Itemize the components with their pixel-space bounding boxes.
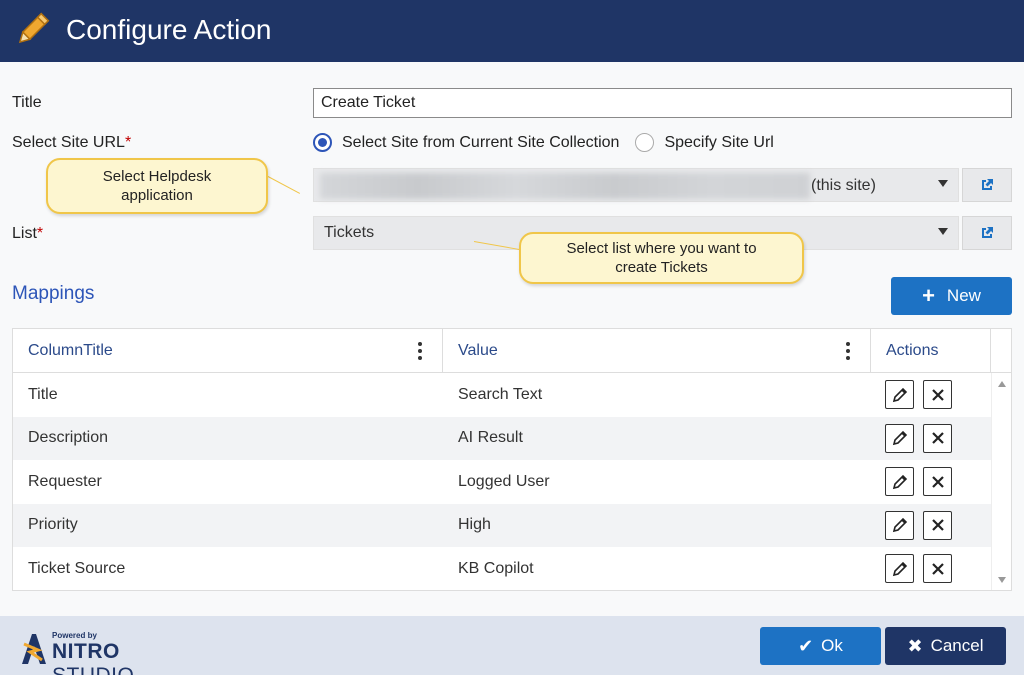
table-row: Description AI Result (13, 416, 991, 460)
cell-value: Logged User (458, 472, 550, 490)
cancel-button[interactable]: ✖ Cancel (885, 627, 1006, 665)
mappings-title: Mappings (12, 283, 95, 304)
pencil-icon (892, 561, 907, 576)
open-site-button[interactable] (962, 168, 1012, 202)
nitro-studio-logo: Powered by NITRO STUDIO (18, 628, 208, 675)
site-url-label: Select Site URL* (12, 134, 132, 151)
cell-column-title: Title (28, 385, 58, 403)
edit-row-button[interactable] (885, 423, 914, 453)
radio-specify-site-url[interactable]: Specify Site Url (635, 133, 774, 152)
delete-row-button[interactable] (923, 423, 952, 453)
external-link-icon (982, 179, 993, 190)
pencil-icon (892, 474, 907, 489)
cell-value: High (458, 516, 491, 534)
new-mapping-button[interactable]: + New (891, 277, 1012, 315)
blurred-site-url (320, 173, 810, 199)
nitro-logo-icon (22, 634, 46, 664)
radio-unchecked-icon (635, 133, 655, 152)
list-select-value: Tickets (324, 224, 375, 241)
callout-pointer-site (267, 176, 301, 194)
ok-button[interactable]: ✔ Ok (760, 627, 881, 665)
cell-value: Search Text (458, 385, 543, 403)
table-row: Ticket Source KB Copilot (13, 547, 991, 590)
grid-scrollbar[interactable] (991, 373, 1011, 590)
caret-down-icon (938, 180, 948, 187)
grid-header: ColumnTitle Value Actions (13, 329, 1011, 373)
table-row: Requester Logged User (13, 460, 991, 504)
scroll-up-arrow-icon[interactable] (998, 381, 1006, 387)
cell-column-title: Ticket Source (28, 559, 126, 577)
external-link-icon (982, 227, 993, 238)
kebab-menu-icon[interactable] (846, 342, 850, 360)
open-list-button[interactable] (962, 216, 1012, 250)
dialog-header: Configure Action (0, 0, 1024, 62)
callout-list: Select list where you want to create Tic… (519, 232, 804, 284)
delete-row-button[interactable] (923, 467, 952, 496)
radio-checked-icon (313, 133, 332, 152)
caret-down-icon (938, 228, 948, 235)
edit-row-button[interactable] (885, 467, 914, 496)
delete-row-button[interactable] (923, 510, 952, 540)
scroll-down-arrow-icon[interactable] (998, 577, 1006, 583)
close-icon (931, 475, 944, 488)
callout-site: Select Helpdesk application (46, 158, 268, 214)
title-input[interactable] (313, 88, 1012, 118)
plus-icon: + (922, 283, 935, 308)
dialog-title: Configure Action (66, 14, 272, 45)
site-source-radio-group: Select Site from Current Site Collection… (313, 133, 790, 152)
site-select[interactable]: (this site) (313, 168, 959, 202)
column-header-columntitle[interactable]: ColumnTitle (13, 329, 443, 373)
cell-column-title: Description (28, 429, 109, 447)
cell-column-title: Priority (28, 516, 78, 534)
close-icon (931, 388, 944, 401)
cell-value: KB Copilot (458, 559, 534, 577)
close-icon (931, 562, 944, 575)
delete-row-button[interactable] (923, 554, 952, 583)
column-header-value[interactable]: Value (443, 329, 871, 373)
close-icon (931, 432, 944, 444)
cell-column-title: Requester (28, 472, 102, 490)
close-icon (931, 519, 944, 531)
edit-row-button[interactable] (885, 510, 914, 540)
table-row: Title Search Text (13, 373, 991, 417)
mappings-grid: ColumnTitle Value Actions Title Search T… (12, 328, 1012, 591)
edit-row-button[interactable] (885, 380, 914, 409)
pencil-icon (892, 430, 907, 446)
kebab-menu-icon[interactable] (418, 342, 422, 360)
site-select-suffix: (this site) (811, 177, 876, 194)
pencil-icon (892, 387, 907, 402)
delete-row-button[interactable] (923, 380, 952, 409)
column-header-actions: Actions (871, 329, 991, 373)
cell-value: AI Result (458, 429, 523, 447)
pencil-icon (892, 517, 907, 533)
table-row: Priority High (13, 503, 991, 547)
radio-current-site-collection[interactable]: Select Site from Current Site Collection (313, 133, 619, 152)
checkmark-icon: ✔ (798, 636, 814, 656)
edit-row-button[interactable] (885, 554, 914, 583)
title-label: Title (12, 94, 42, 111)
pencil-icon (18, 12, 50, 44)
close-icon: ✖ (907, 636, 923, 656)
list-label: List* (12, 225, 44, 242)
